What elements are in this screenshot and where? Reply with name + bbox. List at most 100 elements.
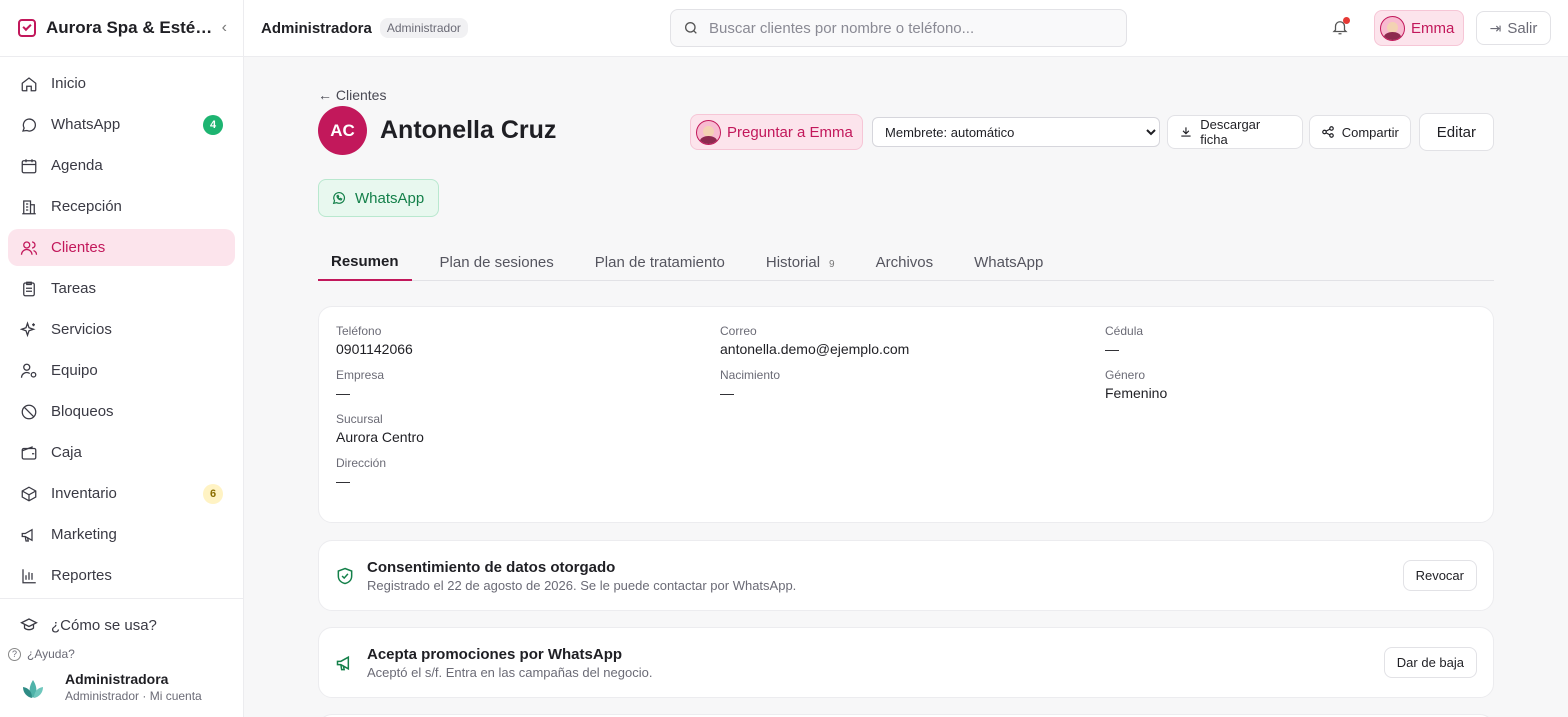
notification-dot	[1343, 17, 1350, 24]
unread-badge: 4	[203, 114, 223, 135]
tab-plan-tratamiento[interactable]: Plan de tratamiento	[582, 244, 738, 281]
assistant-button[interactable]: Emma	[1374, 10, 1464, 46]
howto-label: ¿Cómo se usa?	[51, 616, 157, 634]
tab-plan-sesiones[interactable]: Plan de sesiones	[427, 244, 567, 281]
howto-link[interactable]: ¿Cómo se usa?	[0, 605, 243, 645]
share-button[interactable]: Compartir	[1308, 115, 1411, 149]
logout-icon: ⇥	[1489, 19, 1502, 36]
whatsapp-label: WhatsApp	[355, 189, 425, 207]
account-menu[interactable]: Administradora Administrador · Mi cuenta	[0, 663, 243, 717]
field-empresa: Empresa —	[336, 368, 720, 401]
help-link[interactable]: ? ¿Ayuda?	[0, 645, 243, 663]
sidebar-item-marketing[interactable]: Marketing	[8, 516, 235, 553]
tab-archivos[interactable]: Archivos	[863, 244, 947, 281]
field-label: Dirección	[336, 456, 387, 470]
tab-whatsapp[interactable]: WhatsApp	[961, 244, 1056, 281]
assistant-name: Emma	[1411, 19, 1455, 37]
user-name: Administradora	[65, 671, 169, 687]
search-input[interactable]	[709, 19, 1114, 37]
leaf-logo-icon	[23, 680, 43, 698]
megaphone-icon	[335, 653, 355, 673]
brand-header: Aurora Spa & Esté… ‹	[0, 0, 243, 57]
field-correo: Correo antonella.demo@ejemplo.com	[720, 324, 1105, 357]
sidebar-item-agenda[interactable]: Agenda	[8, 147, 235, 184]
sidebar-item-label: Clientes	[51, 239, 106, 256]
download-icon	[1181, 127, 1191, 137]
notifications-button[interactable]	[1331, 17, 1351, 38]
sidebar-item-servicios[interactable]: Servicios	[8, 311, 235, 348]
field-value: —	[1105, 341, 1119, 357]
question-icon: ?	[8, 647, 21, 661]
consent-text: Consentimiento de datos otorgado Registr…	[367, 559, 1403, 593]
tab-label: Resumen	[331, 253, 399, 270]
sidebar-item-inicio[interactable]: Inicio	[8, 65, 235, 102]
topbar: Administradora Administrador Emma ⇥ Sali…	[244, 0, 1568, 57]
search-box[interactable]	[670, 9, 1127, 47]
revoke-button[interactable]: Revocar	[1402, 560, 1477, 591]
sidebar-item-inventario[interactable]: Inventario 6	[8, 475, 235, 512]
promo-title: Acepta promociones por WhatsApp	[367, 645, 623, 663]
tab-label: Plan de sesiones	[439, 254, 554, 271]
letterhead-select[interactable]: Membrete: automático	[872, 117, 1161, 147]
share-label: Compartir	[1341, 124, 1399, 140]
sidebar-item-bloqueos[interactable]: Bloqueos	[8, 393, 235, 430]
sparkles-icon	[20, 320, 38, 339]
shield-check-icon	[335, 566, 355, 586]
sidebar-item-label: Inventario	[51, 485, 117, 502]
field-empty	[720, 412, 1105, 445]
logout-button[interactable]: ⇥ Salir	[1476, 11, 1551, 45]
field-empty	[1105, 412, 1485, 445]
client-name: Antonella Cruz	[380, 116, 557, 144]
promo-subtitle: Aceptó el s/f. Entra en las campañas del…	[367, 664, 653, 680]
sidebar-item-whatsapp[interactable]: WhatsApp 4	[8, 106, 235, 143]
chat-icon	[20, 116, 38, 134]
sidebar-item-label: Agenda	[51, 157, 103, 174]
field-telefono: Teléfono 0901142066	[336, 324, 720, 357]
tab-resumen[interactable]: Resumen	[318, 244, 412, 281]
tab-historial[interactable]: Historial 9	[753, 244, 848, 281]
sidebar-item-label: Marketing	[51, 526, 117, 543]
promo-text: Acepta promociones por WhatsApp Aceptó e…	[367, 646, 1384, 680]
ask-assistant-label: Preguntar a Emma	[727, 123, 853, 141]
logout-label: Salir	[1507, 19, 1538, 37]
back-link[interactable]: ← Clientes	[318, 87, 386, 103]
field-label: Correo	[720, 324, 757, 338]
sidebar-item-tareas[interactable]: Tareas	[8, 270, 235, 307]
client-avatar: AC	[318, 106, 367, 155]
search-icon	[685, 22, 697, 34]
sidebar-item-label: WhatsApp	[51, 116, 121, 133]
share-icon	[1321, 126, 1334, 138]
sidebar: Aurora Spa & Esté… ‹ Inicio WhatsApp 4 A…	[0, 0, 244, 717]
sidebar-item-label: Reportes	[51, 567, 112, 584]
client-tabs: Resumen Plan de sesiones Plan de tratami…	[318, 244, 1494, 281]
edit-label: Editar	[1436, 123, 1476, 141]
field-value: 0901142066	[336, 341, 413, 357]
sidebar-item-recepcion[interactable]: Recepción	[8, 188, 235, 225]
sidebar-nav: Inicio WhatsApp 4 Agenda Recepción Clien…	[0, 57, 243, 606]
edit-button[interactable]: Editar	[1418, 113, 1494, 151]
sidebar-item-label: Recepción	[51, 198, 122, 215]
unsubscribe-button[interactable]: Dar de baja	[1383, 647, 1477, 678]
field-cedula: Cédula —	[1105, 324, 1485, 357]
client-info-grid: Teléfono 0901142066 Correo antonella.demo@…	[336, 324, 1476, 489]
chevron-left-icon[interactable]: ‹	[222, 19, 227, 37]
assistant-avatar	[1380, 15, 1405, 41]
field-value: —	[336, 385, 350, 401]
consent-title: Consentimiento de datos otorgado	[367, 558, 616, 576]
graduation-cap-icon	[20, 616, 38, 634]
tab-label: WhatsApp	[974, 254, 1044, 271]
ask-assistant-button[interactable]: Preguntar a Emma	[690, 114, 864, 150]
data-consent-card: Consentimiento de datos otorgado Registr…	[318, 540, 1494, 611]
sidebar-item-label: Tareas	[51, 280, 97, 297]
sidebar-item-clientes[interactable]: Clientes	[8, 229, 235, 266]
sidebar-item-label: Servicios	[51, 321, 112, 338]
sidebar-item-caja[interactable]: Caja	[8, 434, 235, 471]
sidebar-item-equipo[interactable]: Equipo	[8, 352, 235, 389]
whatsapp-button[interactable]: WhatsApp	[318, 179, 439, 217]
download-sheet-button[interactable]: Descargar ficha	[1167, 115, 1303, 149]
tab-label: Historial	[765, 254, 821, 271]
users-icon	[20, 239, 38, 257]
sidebar-item-label: Equipo	[51, 362, 98, 379]
field-label: Nacimiento	[720, 368, 781, 382]
sidebar-item-reportes[interactable]: Reportes	[8, 557, 235, 594]
